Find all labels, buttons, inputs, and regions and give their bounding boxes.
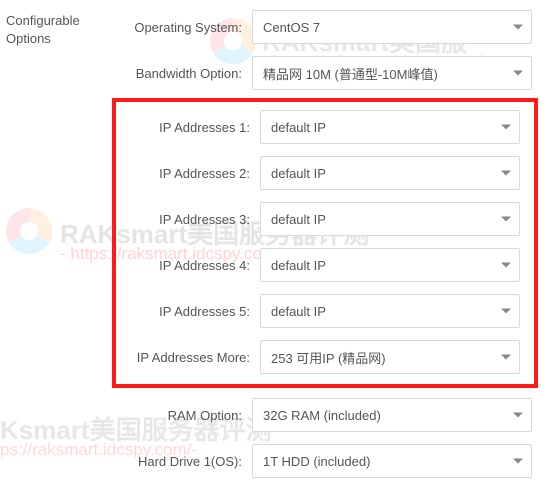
label-ip-addresses-3: IP Addresses 3: xyxy=(122,212,252,227)
section-title-line1: Configurable xyxy=(6,13,80,28)
select-value: default IP xyxy=(271,120,326,135)
row-bandwidth-option: Bandwidth Option: 精品网 10M (普通型-10M峰值) xyxy=(114,50,540,96)
label-bandwidth-option: Bandwidth Option: xyxy=(114,66,244,81)
select-hard-drive-1-os[interactable]: 1T HDD (included) xyxy=(252,444,532,478)
select-value: default IP xyxy=(271,304,326,319)
select-value: 32G RAM (included) xyxy=(263,408,381,423)
select-operating-system[interactable]: CentOS 7 xyxy=(252,10,532,44)
config-options-panel: Configurable Options Operating System: C… xyxy=(0,0,546,490)
select-value: 253 可用IP (精品网) xyxy=(271,348,386,367)
label-ip-addresses-4: IP Addresses 4: xyxy=(122,258,252,273)
select-value: default IP xyxy=(271,212,326,227)
select-value: default IP xyxy=(271,258,326,273)
select-ip-addresses-more[interactable]: 253 可用IP (精品网) xyxy=(260,340,520,374)
select-ip-addresses-2[interactable]: default IP xyxy=(260,156,520,190)
select-value: 精品网 10M (普通型-10M峰值) xyxy=(263,64,438,83)
row-ram-option: RAM Option: 32G RAM (included) xyxy=(114,392,540,438)
select-ip-addresses-4[interactable]: default IP xyxy=(260,248,520,282)
row-ip-addresses-1: IP Addresses 1: default IP xyxy=(122,104,528,150)
select-value: CentOS 7 xyxy=(263,20,320,35)
label-hard-drive-1-os: Hard Drive 1(OS): xyxy=(114,454,244,469)
chevron-down-icon xyxy=(501,171,511,176)
label-ip-addresses-more: IP Addresses More: xyxy=(122,350,252,365)
row-ip-addresses-2: IP Addresses 2: default IP xyxy=(122,150,528,196)
label-ram-option: RAM Option: xyxy=(114,408,244,423)
select-ip-addresses-3[interactable]: default IP xyxy=(260,202,520,236)
chevron-down-icon xyxy=(513,413,523,418)
options-rows: Operating System: CentOS 7 Bandwidth Opt… xyxy=(114,4,540,484)
label-ip-addresses-2: IP Addresses 2: xyxy=(122,166,252,181)
row-operating-system: Operating System: CentOS 7 xyxy=(114,4,540,50)
select-bandwidth-option[interactable]: 精品网 10M (普通型-10M峰值) xyxy=(252,56,532,90)
chevron-down-icon xyxy=(513,71,523,76)
chevron-down-icon xyxy=(501,355,511,360)
chevron-down-icon xyxy=(501,125,511,130)
row-ip-addresses-4: IP Addresses 4: default IP xyxy=(122,242,528,288)
row-ip-addresses-3: IP Addresses 3: default IP xyxy=(122,196,528,242)
select-value: 1T HDD (included) xyxy=(263,454,370,469)
row-ip-addresses-more: IP Addresses More: 253 可用IP (精品网) xyxy=(122,334,528,380)
section-title-line2: Options xyxy=(6,31,51,46)
label-ip-addresses-5: IP Addresses 5: xyxy=(122,304,252,319)
chevron-down-icon xyxy=(501,263,511,268)
row-hard-drive-1-os: Hard Drive 1(OS): 1T HDD (included) xyxy=(114,438,540,484)
row-ip-addresses-5: IP Addresses 5: default IP xyxy=(122,288,528,334)
chevron-down-icon xyxy=(501,309,511,314)
chevron-down-icon xyxy=(501,217,511,222)
label-operating-system: Operating System: xyxy=(114,20,244,35)
select-ip-addresses-1[interactable]: default IP xyxy=(260,110,520,144)
select-value: default IP xyxy=(271,166,326,181)
chevron-down-icon xyxy=(513,459,523,464)
select-ram-option[interactable]: 32G RAM (included) xyxy=(252,398,532,432)
section-title: Configurable Options xyxy=(6,4,114,484)
chevron-down-icon xyxy=(513,25,523,30)
select-ip-addresses-5[interactable]: default IP xyxy=(260,294,520,328)
highlight-ip-section: IP Addresses 1: default IP IP Addresses … xyxy=(112,98,538,388)
label-ip-addresses-1: IP Addresses 1: xyxy=(122,120,252,135)
